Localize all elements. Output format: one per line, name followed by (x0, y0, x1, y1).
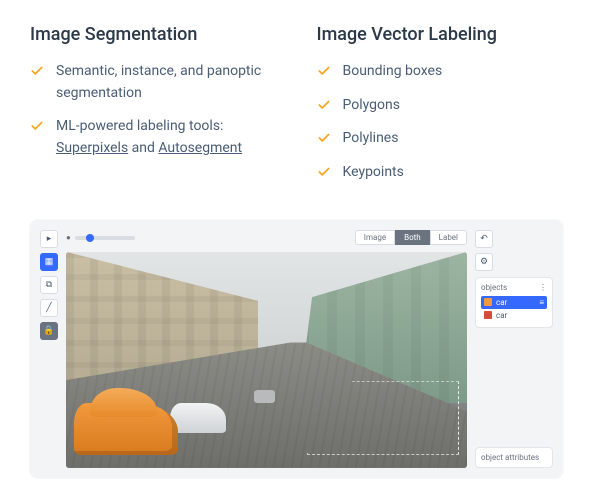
feature-columns: Image Segmentation Semantic, instance, a… (30, 24, 563, 196)
feature-list: Bounding boxes Polygons Polylines Keypoi… (317, 61, 564, 184)
slider-knob[interactable] (86, 234, 94, 242)
feature-item: Semantic, instance, and panoptic segment… (30, 61, 277, 104)
feature-text: Semantic, instance, and panoptic segment… (56, 61, 277, 104)
object-row[interactable]: car (481, 309, 547, 322)
tab-both[interactable]: Both (395, 230, 430, 245)
checkmark-icon (317, 64, 331, 78)
rectangle-tool-button[interactable]: ▦ (40, 253, 58, 271)
crop-tool-button[interactable]: ⧉ (40, 276, 58, 294)
checkmark-icon (317, 131, 331, 145)
row-menu-icon[interactable]: ≡ (539, 298, 544, 307)
slider-dot-icon: ● (66, 233, 71, 242)
feature-text: Keypoints (343, 162, 404, 184)
panel-tools: ↶ ⚙ (475, 230, 553, 271)
objects-panel: objects ⋮ car ≡ car (475, 277, 553, 328)
feature-item: Bounding boxes (317, 61, 564, 83)
attributes-panel-title: object attributes (481, 453, 539, 462)
color-swatch (484, 298, 492, 306)
left-toolbar: ▸ ▦ ⧉ ╱ 🔒 (40, 230, 58, 468)
scene-car-distant (254, 390, 274, 403)
column-title: Image Vector Labeling (317, 24, 564, 45)
more-icon[interactable]: ⋮ (539, 283, 547, 292)
editor-screenshot: ▸ ▦ ⧉ ╱ 🔒 ● Image Both Label (30, 220, 563, 478)
feature-list: Semantic, instance, and panoptic segment… (30, 61, 277, 160)
column-vector-labeling: Image Vector Labeling Bounding boxes Pol… (317, 24, 564, 196)
column-segmentation: Image Segmentation Semantic, instance, a… (30, 24, 277, 196)
color-swatch (484, 311, 492, 319)
slider-track[interactable] (75, 236, 135, 240)
object-label: car (496, 311, 507, 320)
checkmark-icon (30, 64, 44, 78)
checkmark-icon (317, 98, 331, 112)
feature-text: Polygons (343, 95, 400, 117)
annotation-canvas[interactable] (66, 252, 467, 468)
feature-item: Polylines (317, 128, 564, 150)
right-panel: ↶ ⚙ objects ⋮ car ≡ car object attribute… (475, 230, 553, 468)
checkmark-icon (317, 165, 331, 179)
settings-button[interactable]: ⚙ (475, 253, 493, 271)
line-tool-button[interactable]: ╱ (40, 299, 58, 317)
superpixels-link[interactable]: Superpixels (56, 140, 128, 156)
scene-car-white (170, 403, 226, 433)
checkmark-icon (30, 119, 44, 133)
scene-car-orange-annotation (74, 403, 178, 455)
feature-text: ML-powered labeling tools: Superpixels a… (56, 116, 277, 159)
tab-image[interactable]: Image (355, 230, 395, 245)
attributes-panel: object attributes (475, 447, 553, 468)
undo-button[interactable]: ↶ (475, 230, 493, 248)
feature-text-prefix: ML-powered labeling tools: (56, 118, 223, 134)
feature-item: Keypoints (317, 162, 564, 184)
view-tabs: Image Both Label (355, 230, 467, 245)
pointer-tool-button[interactable]: ▸ (40, 230, 58, 248)
object-row[interactable]: car ≡ (481, 296, 547, 309)
opacity-slider[interactable]: ● (66, 233, 135, 242)
lock-tool-button[interactable]: 🔒 (40, 322, 58, 340)
feature-item: Polygons (317, 95, 564, 117)
feature-item: ML-powered labeling tools: Superpixels a… (30, 116, 277, 159)
feature-text: Polylines (343, 128, 399, 150)
objects-panel-title-text: objects (481, 283, 507, 292)
tab-label[interactable]: Label (430, 230, 467, 245)
canvas-header: ● Image Both Label (66, 230, 467, 246)
feature-text: Bounding boxes (343, 61, 443, 83)
column-title: Image Segmentation (30, 24, 277, 45)
feature-text-mid: and (128, 140, 158, 156)
autosegment-link[interactable]: Autosegment (158, 140, 242, 156)
objects-panel-title: objects ⋮ (481, 283, 547, 292)
canvas-column: ● Image Both Label (66, 230, 467, 468)
object-label: car (496, 298, 507, 307)
